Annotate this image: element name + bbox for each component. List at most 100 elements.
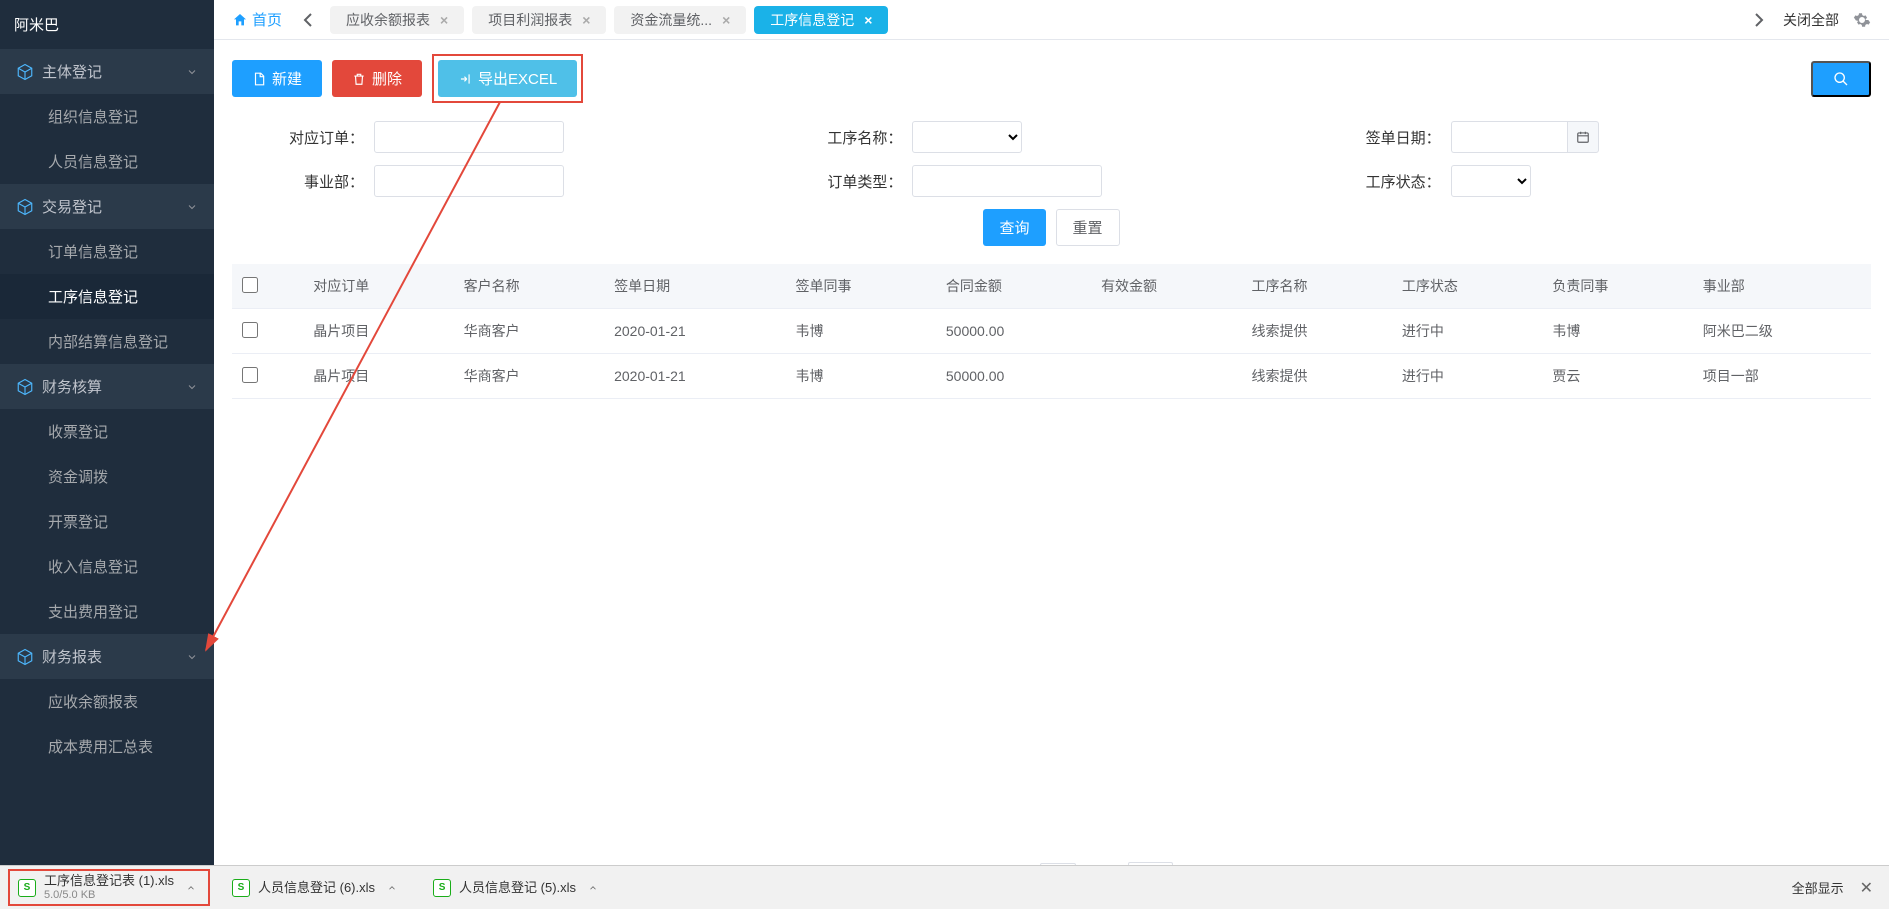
- order-type-input[interactable]: [912, 165, 1102, 197]
- menu-item[interactable]: 收票登记: [0, 409, 214, 454]
- tab-prev-button[interactable]: [294, 6, 322, 34]
- sign-date-label: 签单日期：: [1321, 127, 1451, 148]
- menu-item[interactable]: 组织信息登记: [0, 94, 214, 139]
- close-download-bar[interactable]: ✕: [1852, 878, 1881, 898]
- export-label: 导出EXCEL: [478, 68, 557, 89]
- export-excel-button[interactable]: 导出EXCEL: [438, 60, 577, 97]
- tab-home-label: 首页: [252, 9, 282, 30]
- tab-pill[interactable]: 工序信息登记×: [754, 6, 888, 34]
- tab-close-icon[interactable]: ×: [582, 12, 590, 28]
- menu-group-label: 财务核算: [42, 376, 102, 397]
- cube-icon: [16, 63, 34, 81]
- date-picker-button[interactable]: [1567, 121, 1599, 153]
- row-checkbox[interactable]: [242, 367, 258, 383]
- table-header: 工序状态: [1392, 264, 1542, 309]
- sidebar: 阿米巴 主体登记 组织信息登记人员信息登记 交易登记 订单信息登记工序信息登记内…: [0, 0, 214, 909]
- search-button[interactable]: [1811, 61, 1871, 97]
- menu-item[interactable]: 资金调拨: [0, 454, 214, 499]
- export-highlight-box: 导出EXCEL: [432, 54, 583, 103]
- menu-group-header[interactable]: 交易登记: [0, 184, 214, 229]
- tab-close-icon[interactable]: ×: [440, 12, 448, 28]
- tab-pill[interactable]: 资金流量统... ×: [614, 6, 746, 34]
- table-cell: 韦博: [785, 354, 935, 399]
- download-filename: 人员信息登记 (5).xls: [459, 880, 576, 896]
- dept-label: 事业部：: [244, 171, 374, 192]
- menu-group-header[interactable]: 财务报表: [0, 634, 214, 679]
- row-checkbox[interactable]: [242, 322, 258, 338]
- menu-item[interactable]: 应收余额报表: [0, 679, 214, 724]
- download-item[interactable]: S 工序信息登记表 (1).xls 5.0/5.0 KB: [8, 869, 210, 906]
- table-cell: 阿米巴二级: [1693, 309, 1871, 354]
- new-label: 新建: [272, 68, 302, 89]
- settings-gear-icon[interactable]: [1849, 7, 1875, 33]
- sign-date-input[interactable]: [1451, 121, 1567, 153]
- order-label: 对应订单：: [244, 127, 374, 148]
- proc-status-select[interactable]: [1451, 165, 1531, 197]
- menu-item[interactable]: 内部结算信息登记: [0, 319, 214, 364]
- download-item[interactable]: S 人员信息登记 (5).xls: [423, 869, 612, 906]
- table-header: 对应订单: [303, 264, 453, 309]
- chevron-down-icon: [186, 381, 198, 393]
- table-cell: 贾云: [1542, 354, 1692, 399]
- chevron-down-icon: [186, 201, 198, 213]
- menu-item[interactable]: 工序信息登记: [0, 274, 214, 319]
- tab-label: 项目利润报表: [488, 10, 572, 30]
- menu-group-label: 交易登记: [42, 196, 102, 217]
- menu-item[interactable]: 收入信息登记: [0, 544, 214, 589]
- chevron-up-icon[interactable]: [584, 883, 602, 893]
- table-cell: 晶片项目: [303, 309, 453, 354]
- table-cell: 线索提供: [1241, 354, 1391, 399]
- close-all-tabs[interactable]: 关闭全部: [1783, 10, 1839, 30]
- chevron-down-icon: [186, 66, 198, 78]
- menu-item[interactable]: 支出费用登记: [0, 589, 214, 634]
- file-icon: [252, 72, 266, 86]
- table-cell: 2020-01-21: [604, 354, 785, 399]
- table-cell: 50000.00: [936, 354, 1091, 399]
- show-all-downloads[interactable]: 全部显示: [1784, 878, 1852, 897]
- order-type-label: 订单类型：: [782, 171, 912, 192]
- download-item[interactable]: S 人员信息登记 (6).xls: [222, 869, 411, 906]
- tab-close-icon[interactable]: ×: [722, 12, 730, 28]
- tab-home[interactable]: 首页: [220, 9, 294, 30]
- new-button[interactable]: 新建: [232, 60, 322, 97]
- menu-item[interactable]: 订单信息登记: [0, 229, 214, 274]
- query-button[interactable]: 查询: [983, 209, 1045, 246]
- select-all-checkbox[interactable]: [242, 277, 258, 293]
- chevron-down-icon: [186, 651, 198, 663]
- order-input[interactable]: [374, 121, 564, 153]
- download-filename: 工序信息登记表 (1).xls: [44, 873, 174, 889]
- tab-next-button[interactable]: [1745, 6, 1773, 34]
- chevron-up-icon[interactable]: [182, 883, 200, 893]
- delete-button[interactable]: 删除: [332, 60, 422, 97]
- dept-input[interactable]: [374, 165, 564, 197]
- table-cell: 项目一部: [1693, 354, 1871, 399]
- table-cell: 华商客户: [454, 354, 604, 399]
- tab-pill[interactable]: 应收余额报表×: [330, 6, 464, 34]
- excel-file-icon: S: [18, 879, 36, 897]
- tab-pill[interactable]: 项目利润报表 ×: [472, 6, 606, 34]
- proc-name-select[interactable]: [912, 121, 1022, 153]
- main-area: 首页 应收余额报表×项目利润报表×资金流量统...×工序信息登记× 关闭全部 新: [214, 0, 1889, 909]
- table-cell: 进行中: [1392, 309, 1542, 354]
- home-icon: [232, 12, 248, 28]
- tab-close-icon[interactable]: ×: [864, 12, 872, 28]
- cube-icon: [16, 648, 34, 666]
- excel-file-icon: S: [433, 879, 451, 897]
- menu-item[interactable]: 开票登记: [0, 499, 214, 544]
- chevron-up-icon[interactable]: [383, 883, 401, 893]
- filter-form: 对应订单： 工序名称： 签单日期：: [214, 117, 1889, 264]
- menu-item[interactable]: 人员信息登记: [0, 139, 214, 184]
- table-header: 签单日期: [604, 264, 785, 309]
- tab-label: 资金流量统...: [630, 10, 712, 30]
- menu-group-header[interactable]: 财务核算: [0, 364, 214, 409]
- reset-button[interactable]: 重置: [1056, 209, 1120, 246]
- menu-group-header[interactable]: 主体登记: [0, 49, 214, 94]
- menu-item[interactable]: 成本费用汇总表: [0, 724, 214, 769]
- data-table: 对应订单客户名称签单日期签单同事合同金额有效金额工序名称工序状态负责同事事业部 …: [214, 264, 1889, 399]
- trash-icon: [352, 72, 366, 86]
- delete-label: 删除: [372, 68, 402, 89]
- table-cell: [1091, 309, 1241, 354]
- table-row[interactable]: 晶片项目华商客户2020-01-21韦博50000.00线索提供进行中贾云项目一…: [232, 354, 1871, 399]
- table-cell: 韦博: [1542, 309, 1692, 354]
- table-row[interactable]: 晶片项目华商客户2020-01-21韦博50000.00线索提供进行中韦博阿米巴…: [232, 309, 1871, 354]
